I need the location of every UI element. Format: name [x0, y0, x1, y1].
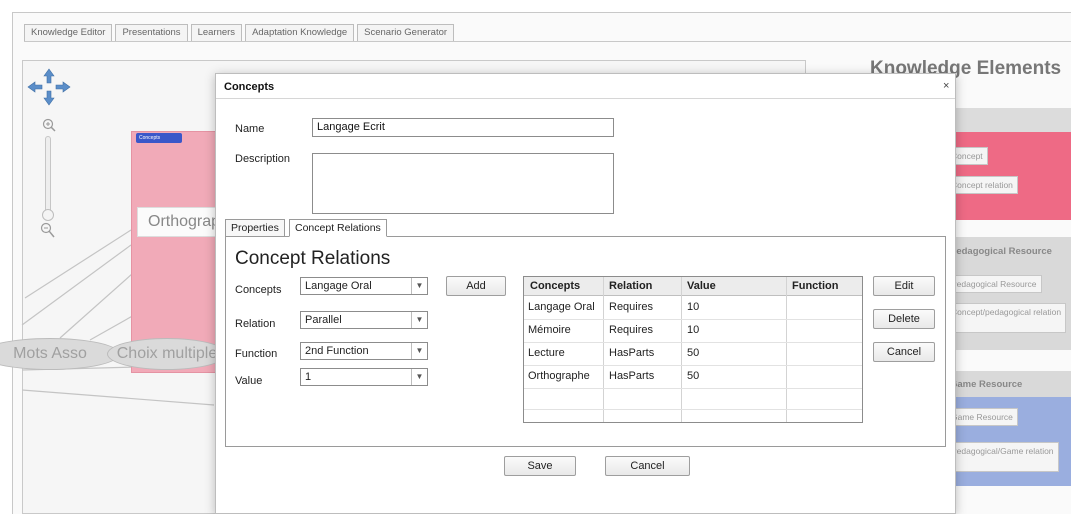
- value-select-value: 1: [305, 371, 312, 383]
- cell-value: 50: [687, 370, 700, 382]
- cell-concept: Mémoire: [528, 324, 571, 336]
- value-select[interactable]: 1 ▼: [300, 368, 428, 386]
- cell-function: [786, 343, 862, 366]
- add-button[interactable]: Add: [446, 276, 506, 296]
- concepts-select-value: Langage Oral: [305, 280, 372, 292]
- cell-function: [786, 366, 862, 389]
- table-header: Concepts Relation Value Function: [524, 277, 862, 296]
- cancel-button[interactable]: Cancel: [605, 456, 690, 476]
- column-header-concepts[interactable]: Concepts: [524, 277, 603, 296]
- concept-section-header: [940, 108, 1071, 132]
- close-icon[interactable]: ×: [943, 80, 949, 92]
- node-choix-multiple[interactable]: Choix multiple: [107, 338, 227, 370]
- concept-node-badge: Concepts: [136, 133, 182, 143]
- table-row[interactable]: Orthographe HasParts 50: [524, 366, 862, 389]
- save-button[interactable]: Save: [504, 456, 576, 476]
- column-header-function[interactable]: Function: [786, 277, 862, 296]
- cell-concept: Lecture: [528, 347, 565, 359]
- node-orthographe[interactable]: Orthographe: [137, 207, 223, 237]
- relation-select-value: Parallel: [305, 314, 342, 326]
- function-label: Function: [235, 348, 278, 360]
- zoom-slider[interactable]: [45, 136, 51, 214]
- relations-table[interactable]: Concepts Relation Value Function Langage…: [523, 276, 863, 423]
- cell-concept: [524, 389, 603, 412]
- concepts-select[interactable]: Langage Oral ▼: [300, 277, 428, 295]
- concepts-label: Concepts: [235, 284, 282, 296]
- chevron-down-icon: ▼: [411, 343, 427, 359]
- chevron-down-icon: ▼: [411, 278, 427, 294]
- tab-properties[interactable]: Properties: [225, 219, 285, 237]
- zoom-out-icon[interactable]: [40, 221, 56, 239]
- zoom-slider-handle[interactable]: [42, 209, 54, 221]
- add-pedagogical-game-relation-button[interactable]: Pedagogical/Game relation: [946, 442, 1059, 472]
- cell-concept: Langage Oral: [528, 301, 595, 313]
- chevron-down-icon: ▼: [411, 369, 427, 385]
- tab-concept-relations[interactable]: Concept Relations: [289, 219, 387, 237]
- add-game-resource-button[interactable]: Game Resource: [946, 408, 1018, 426]
- table-row[interactable]: Mémoire Requires 10: [524, 320, 862, 343]
- concepts-dialog: Concepts × Name Langage Ecrit Descriptio…: [215, 73, 956, 514]
- pan-arrows-icon[interactable]: [26, 68, 72, 106]
- cell-concept: Orthographe: [528, 370, 590, 382]
- table-row[interactable]: Langage Oral Requires 10: [524, 297, 862, 320]
- name-input[interactable]: Langage Ecrit: [312, 118, 614, 137]
- cell-function: [786, 320, 862, 343]
- cell-relation: Requires: [609, 324, 654, 336]
- relation-label: Relation: [235, 318, 276, 330]
- add-pedagogical-resource-button[interactable]: Pedagogical Resource: [946, 275, 1042, 293]
- value-label: Value: [235, 375, 263, 387]
- section-title: Concept Relations: [235, 248, 391, 269]
- function-select[interactable]: 2nd Function ▼: [300, 342, 428, 360]
- cell-relation: HasParts: [609, 370, 655, 382]
- cell-relation: HasParts: [609, 347, 655, 359]
- cell-value: 10: [687, 324, 700, 336]
- chevron-down-icon: ▼: [411, 312, 427, 328]
- cell-relation: [603, 389, 681, 412]
- table-row[interactable]: Lecture HasParts 50: [524, 343, 862, 366]
- edit-button[interactable]: Edit: [873, 276, 935, 296]
- description-label: Description: [235, 153, 291, 165]
- pedagogical-section-title: Pedagogical Resource: [950, 246, 1052, 257]
- table-row[interactable]: [524, 389, 862, 410]
- zoom-in-icon[interactable]: [42, 118, 56, 132]
- name-label: Name: [235, 123, 265, 135]
- delete-button[interactable]: Delete: [873, 309, 935, 329]
- game-section-title: Game Resource: [950, 379, 1023, 390]
- relation-select[interactable]: Parallel ▼: [300, 311, 428, 329]
- concept-node[interactable]: [131, 131, 223, 373]
- column-header-value[interactable]: Value: [681, 277, 786, 296]
- cell-value: 10: [687, 301, 700, 313]
- cell-function: [786, 297, 862, 320]
- cell-relation: Requires: [609, 301, 654, 313]
- add-concept-pedagogical-relation-button[interactable]: Concept/pedagogical relation: [946, 303, 1067, 333]
- dialog-title-divider: [216, 98, 955, 99]
- cell-value: [681, 389, 786, 412]
- description-input[interactable]: [312, 153, 614, 214]
- function-select-value: 2nd Function: [305, 345, 369, 357]
- column-header-relation[interactable]: Relation: [603, 277, 681, 296]
- cell-function: [786, 389, 862, 412]
- dialog-title: Concepts: [224, 81, 275, 93]
- cancel-edit-button[interactable]: Cancel: [873, 342, 935, 362]
- cell-value: 50: [687, 347, 700, 359]
- add-concept-relation-button[interactable]: Concept relation: [946, 176, 1018, 194]
